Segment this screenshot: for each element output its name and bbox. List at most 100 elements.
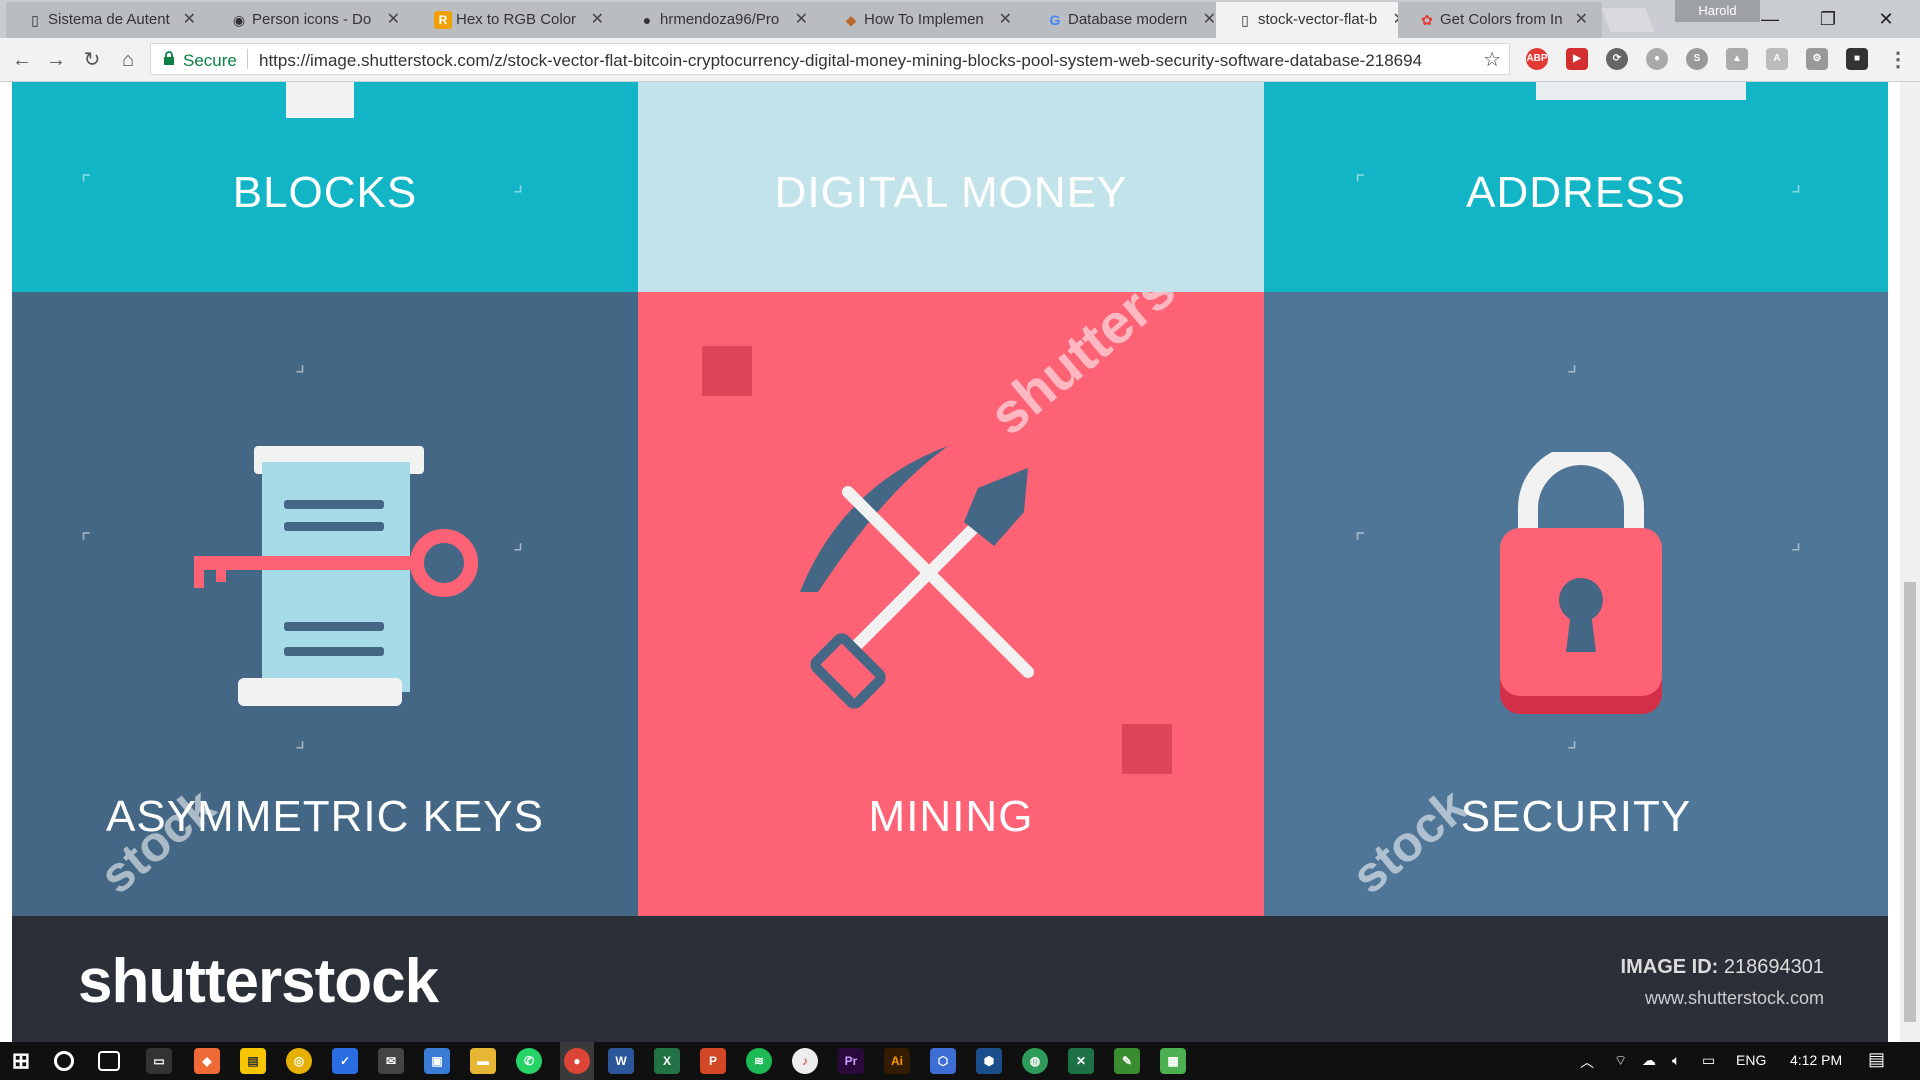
excel-icon[interactable]: X bbox=[654, 1048, 680, 1074]
tab-hex-to-rgb[interactable]: R Hex to RGB Color ✕ bbox=[414, 2, 618, 38]
tab-title: hrmendoza96/Pro bbox=[660, 11, 780, 28]
network-app-icon[interactable]: ◍ bbox=[1022, 1048, 1048, 1074]
tab-title: stock-vector-flat-b bbox=[1258, 11, 1378, 28]
tab-title: How To Implemen bbox=[864, 11, 984, 28]
watermark-mark-icon: ⌟ bbox=[294, 351, 306, 376]
watermark-text: shutterstock bbox=[977, 292, 1264, 447]
premiere-icon[interactable]: Pr bbox=[838, 1048, 864, 1074]
watermark-mark-icon: ⌟ bbox=[1790, 529, 1802, 554]
close-tab-icon[interactable]: ✕ bbox=[183, 9, 196, 29]
illustrator-icon[interactable]: Ai bbox=[884, 1048, 910, 1074]
watermark-mark-icon: ⌜ bbox=[1354, 529, 1366, 554]
browser-toolbar: ← → ↻ ⌂ Secure https://image.shutterstoc… bbox=[0, 38, 1920, 82]
play-extension-icon[interactable]: ▶ bbox=[1566, 48, 1588, 70]
image-id-value: 218694301 bbox=[1723, 956, 1824, 978]
wifi-icon[interactable]: ⌔ bbox=[1614, 1052, 1627, 1070]
ext-icon-4[interactable]: ● bbox=[1646, 48, 1668, 70]
tab-title: Sistema de Autent bbox=[48, 11, 170, 28]
restore-button[interactable]: ❐ bbox=[1800, 4, 1856, 34]
itunes-icon[interactable]: ♪ bbox=[792, 1048, 818, 1074]
close-tab-icon[interactable]: ✕ bbox=[1203, 9, 1216, 29]
google-icon: G bbox=[1049, 12, 1061, 28]
windows-start-icon[interactable]: ⊞ bbox=[8, 1048, 34, 1074]
chrome-menu-icon[interactable]: ⋮ bbox=[1884, 46, 1912, 74]
onedrive-cloud-icon[interactable]: ☁ bbox=[1642, 1052, 1656, 1069]
mining-label: MINING bbox=[868, 792, 1034, 841]
reload-button[interactable]: ↻ bbox=[78, 46, 106, 74]
github-icon: ● bbox=[642, 12, 652, 28]
ext-off-icon[interactable]: ⚙ bbox=[1806, 48, 1828, 70]
bookmark-star-icon[interactable]: ☆ bbox=[1483, 47, 1501, 72]
home-button[interactable]: ⌂ bbox=[114, 46, 142, 74]
excel-alt-icon[interactable]: ✕ bbox=[1068, 1048, 1094, 1074]
tab-stock-vector-active[interactable]: ▯ stock-vector-flat-b ✕ bbox=[1216, 2, 1420, 38]
tab-person-icons[interactable]: ◉ Person icons - Do ✕ bbox=[210, 2, 414, 38]
asymmetric-keys-cell: ASYMMETRIC KEYS ⌜ ⌟ ⌟ ⌟ stock bbox=[12, 292, 638, 916]
url-separator bbox=[247, 49, 248, 69]
tab-title: Database modern bbox=[1068, 11, 1188, 28]
android-studio-icon[interactable]: ▦ bbox=[1160, 1048, 1186, 1074]
forward-button[interactable]: → bbox=[42, 46, 70, 74]
address-bar[interactable]: Secure https://image.shutterstock.com/z/… bbox=[150, 43, 1510, 75]
close-tab-icon[interactable]: ✕ bbox=[387, 9, 400, 29]
watermark-mark-icon: ⌜ bbox=[1354, 171, 1366, 196]
show-hidden-icons[interactable]: ︿ bbox=[1580, 1052, 1594, 1072]
mining-cell: MINING shutterstock bbox=[638, 292, 1264, 916]
close-tab-icon[interactable]: ✕ bbox=[591, 9, 604, 29]
tab-github[interactable]: ● hrmendoza96/Pro ✕ bbox=[618, 2, 822, 38]
page-icon: ▯ bbox=[1241, 12, 1249, 28]
store-icon[interactable]: ▣ bbox=[424, 1048, 450, 1074]
drive-icon[interactable]: ▲ bbox=[1726, 48, 1748, 70]
close-window-button[interactable]: ✕ bbox=[1858, 4, 1914, 34]
volume-icon[interactable]: 🔈︎ bbox=[1672, 1052, 1680, 1069]
image-id-label: IMAGE ID: bbox=[1620, 956, 1719, 978]
pdf-icon[interactable]: A bbox=[1766, 48, 1788, 70]
adblock-icon[interactable]: ABP bbox=[1526, 48, 1548, 70]
watermark-mark-icon: ⌟ bbox=[512, 171, 524, 196]
tab-sistema-de-autent[interactable]: ▯ Sistema de Autent ✕ bbox=[6, 2, 210, 38]
box-icon[interactable]: ⬡ bbox=[930, 1048, 956, 1074]
virtualbox-icon[interactable]: ⬢ bbox=[976, 1048, 1002, 1074]
watermark-mark-icon: ⌟ bbox=[1566, 351, 1578, 376]
vertical-scrollbar[interactable] bbox=[1900, 82, 1920, 1042]
tab-database-modern[interactable]: G Database modern ✕ bbox=[1026, 2, 1230, 38]
padlock-icon bbox=[1500, 452, 1662, 714]
word-icon[interactable]: W bbox=[608, 1048, 634, 1074]
back-button[interactable]: ← bbox=[8, 46, 36, 74]
tab-title: Get Colors from In bbox=[1440, 11, 1563, 28]
close-tab-icon[interactable]: ✕ bbox=[999, 9, 1012, 29]
address-cell: ADDRESS ⌜ ⌟ bbox=[1264, 82, 1888, 292]
action-center-icon[interactable]: ▤ bbox=[1868, 1049, 1885, 1070]
sync-extension-icon[interactable]: ⟳ bbox=[1606, 48, 1628, 70]
git-icon[interactable]: ◆ bbox=[194, 1048, 220, 1074]
notepad-green-icon[interactable]: ✎ bbox=[1114, 1048, 1140, 1074]
minimize-button[interactable]: — bbox=[1742, 4, 1798, 34]
whatsapp-icon[interactable]: ✆ bbox=[516, 1048, 542, 1074]
sticky-notes-icon[interactable]: ▤ bbox=[240, 1048, 266, 1074]
terminal-icon[interactable]: ▭ bbox=[146, 1048, 172, 1074]
tab-get-colors[interactable]: ✿ Get Colors from In ✕ bbox=[1398, 2, 1602, 38]
language-indicator[interactable]: ENG bbox=[1736, 1052, 1766, 1068]
close-tab-icon[interactable]: ✕ bbox=[795, 9, 808, 29]
ext-dark-icon[interactable]: ■ bbox=[1846, 48, 1868, 70]
clock[interactable]: 4:12 PM bbox=[1790, 1052, 1842, 1068]
file-explorer-icon[interactable]: ▬ bbox=[470, 1048, 496, 1074]
digital-money-cell: DIGITAL MONEY bbox=[638, 82, 1264, 292]
task-view-icon[interactable] bbox=[98, 1051, 120, 1071]
url-text[interactable]: https://image.shutterstock.com/z/stock-v… bbox=[259, 51, 1459, 71]
todo-check-icon[interactable]: ✓ bbox=[332, 1048, 358, 1074]
spotify-icon[interactable]: ≋ bbox=[746, 1048, 772, 1074]
digital-money-label: DIGITAL MONEY bbox=[774, 168, 1128, 217]
skype-icon[interactable]: S bbox=[1686, 48, 1708, 70]
new-tab-button[interactable] bbox=[1601, 8, 1655, 32]
lock-icon bbox=[164, 51, 174, 65]
powerpoint-icon[interactable]: P bbox=[700, 1048, 726, 1074]
battery-icon[interactable]: ▭ bbox=[1702, 1052, 1715, 1069]
mail-icon[interactable]: ✉ bbox=[378, 1048, 404, 1074]
scrollbar-thumb[interactable] bbox=[1904, 582, 1916, 1022]
tab-how-to-implement[interactable]: ◆ How To Implemen ✕ bbox=[822, 2, 1026, 38]
blocks-cell: BLOCKS ⌜ ⌟ bbox=[12, 82, 638, 292]
norton-icon[interactable]: ◎ bbox=[286, 1048, 312, 1074]
search-circle-icon[interactable] bbox=[54, 1051, 74, 1071]
close-tab-icon[interactable]: ✕ bbox=[1575, 9, 1588, 29]
